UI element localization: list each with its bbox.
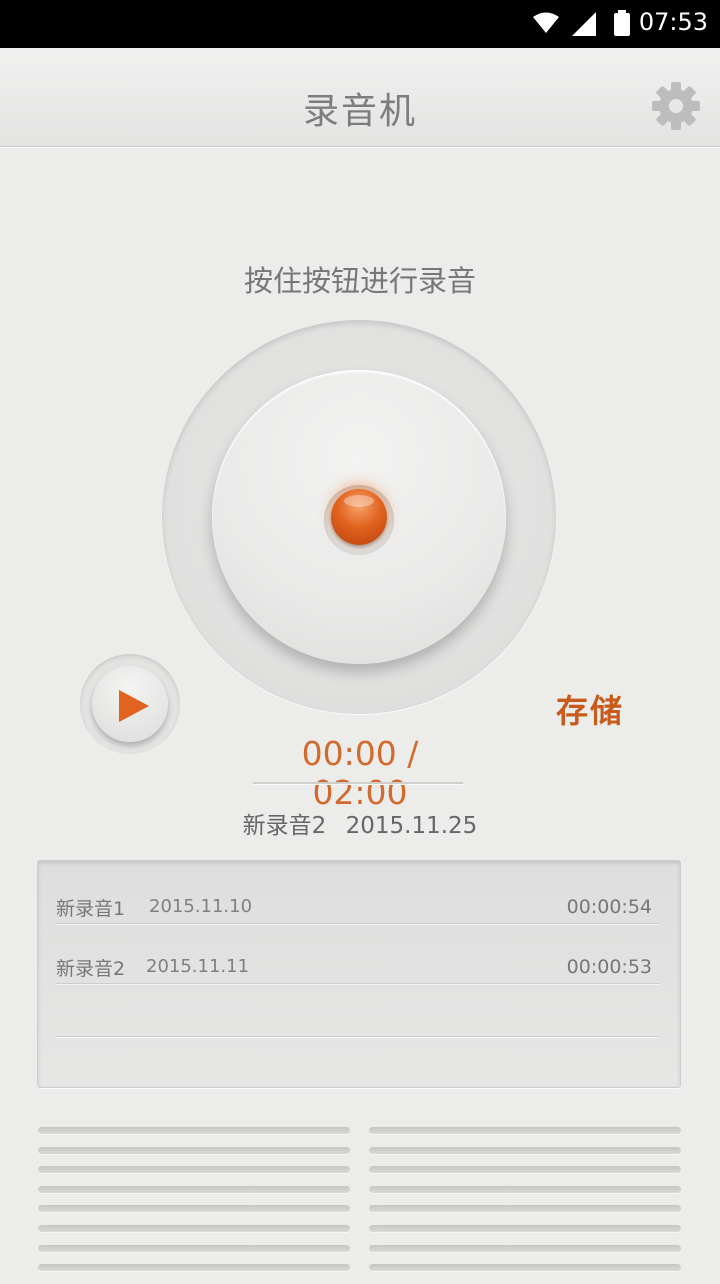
recording-duration: 00:00:54	[566, 896, 652, 918]
current-recording-date: 2015.11.25	[345, 813, 478, 839]
recording-duration: 00:00:53	[566, 956, 652, 978]
recording-name: 新录音2	[56, 958, 126, 980]
wifi-icon	[533, 12, 559, 33]
gear-icon[interactable]	[648, 78, 704, 134]
save-button[interactable]: 存储	[556, 686, 624, 732]
battery-icon	[614, 10, 630, 36]
play-icon[interactable]	[116, 688, 152, 724]
app-header: 录音机	[0, 48, 720, 147]
speaker-grille-right	[369, 1127, 681, 1284]
current-recording-name: 新录音2	[242, 813, 327, 839]
recording-date: 2015.11.11	[146, 956, 250, 977]
list-item[interactable]: 新录音1 2015.11.10 00:00:54	[56, 865, 660, 925]
recording-name: 新录音1	[56, 898, 126, 920]
record-icon-highlight	[344, 495, 374, 507]
status-bar: 07:53	[0, 0, 720, 48]
list-item[interactable]: 新录音2 2015.11.11 00:00:53	[56, 925, 660, 985]
signal-icon	[572, 12, 596, 36]
list-divider	[56, 1036, 660, 1037]
speaker-grille-left	[38, 1127, 350, 1284]
recordings-list: 新录音1 2015.11.10 00:00:54 新录音2 2015.11.11…	[37, 860, 681, 1088]
timer-underline	[253, 782, 463, 785]
status-time: 07:53	[638, 8, 708, 36]
page-title: 录音机	[302, 91, 417, 132]
timer: 00:00 / 02:00	[301, 734, 419, 812]
current-recording-info: 新录音2 2015.11.25	[0, 806, 720, 840]
recording-date: 2015.11.10	[149, 896, 253, 917]
record-prompt: 按住按钮进行录音	[243, 264, 476, 298]
